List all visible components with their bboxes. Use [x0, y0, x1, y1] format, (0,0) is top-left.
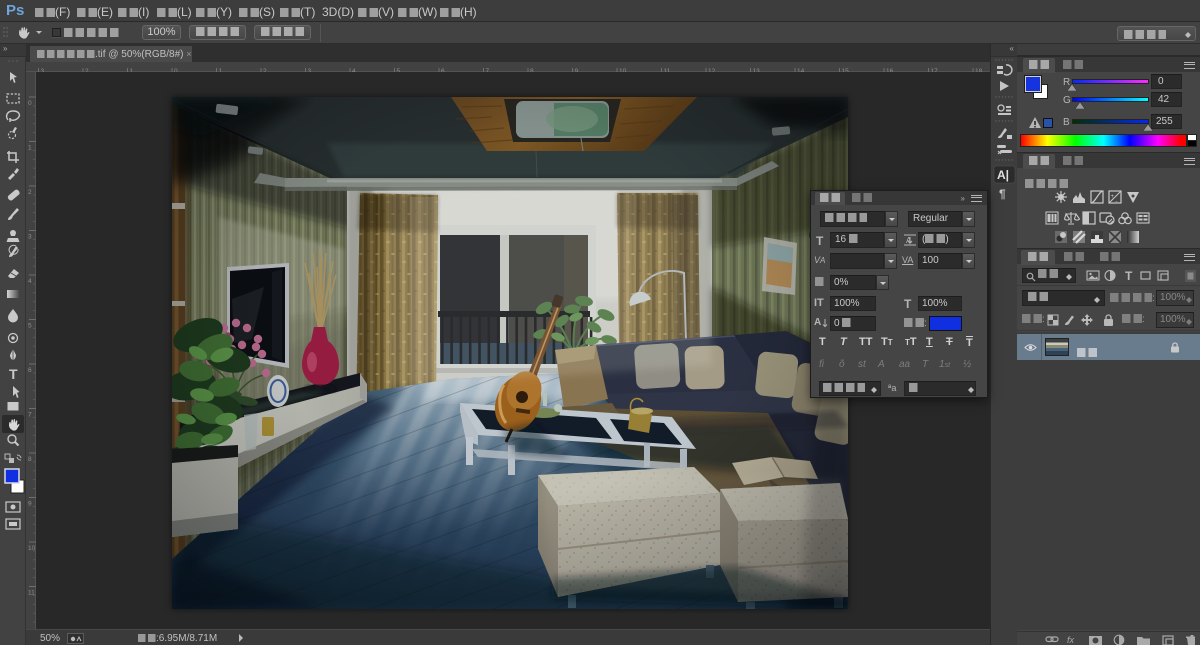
svg-text:7: 7	[28, 412, 32, 419]
svg-text:fx: fx	[1067, 635, 1075, 645]
svg-text:+: +	[1111, 194, 1115, 200]
svg-text:4: 4	[28, 278, 32, 285]
svg-text:9: 9	[28, 501, 32, 508]
svg-text:T: T	[1125, 269, 1133, 283]
svg-text:5: 5	[28, 323, 32, 330]
svg-text:2: 2	[28, 189, 32, 196]
svg-text:A: A	[906, 236, 912, 245]
svg-text:¶: ¶	[999, 187, 1006, 201]
svg-text:0: 0	[28, 100, 32, 107]
svg-text:6: 6	[28, 367, 32, 374]
svg-text:A|: A|	[997, 168, 1009, 182]
svg-text:T: T	[9, 366, 18, 382]
svg-text:8: 8	[28, 456, 32, 463]
svg-text:-: -	[1116, 199, 1118, 205]
svg-text:1: 1	[28, 145, 32, 152]
svg-text:3: 3	[28, 234, 32, 241]
